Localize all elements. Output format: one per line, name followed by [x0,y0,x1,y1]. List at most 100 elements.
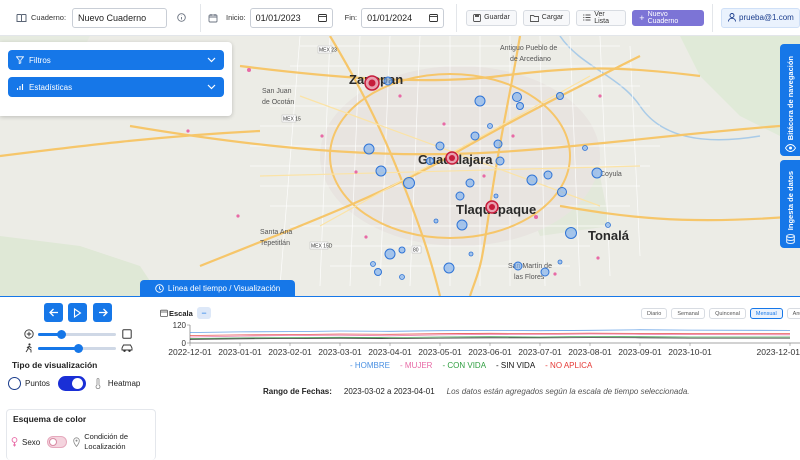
notebook-group: Cuaderno: Nuevo Cuaderno [16,6,186,30]
navigation-log-label: Bitácora de navegación [785,55,795,140]
legend-item-no-aplica[interactable]: - NO APLICA [545,361,592,370]
visualization-type-row: Puntos Heatmap [8,376,140,391]
speed-slider-handle[interactable] [57,330,66,339]
visualization-type-card: Tipo de visualización Puntos Heatmap [6,356,156,400]
navigation-log-tab[interactable]: Bitácora de navegación [780,44,800,156]
start-date-value: 01/01/2023 [255,12,301,23]
svg-text:MEX 15: MEX 15 [283,117,301,123]
y-tick-label: 120 [173,321,187,330]
actions-group: Guardar Cargar Ver Lista + Nuevo Cuadern… [466,6,705,30]
save-label: Guardar [484,14,510,21]
user-button[interactable]: prueba@1.com [721,7,800,28]
previous-button[interactable] [44,303,63,322]
next-button[interactable] [93,303,112,322]
chart-legend: - HOMBRE - MUJER - CON VIDA - SIN VIDA - NO … [350,361,592,370]
scale-option-semanal[interactable]: Semanal [671,308,706,319]
x-tick-label: 2023-01-01 [218,347,262,357]
divider [712,3,714,32]
heatmap-label: Heatmap [107,379,141,388]
minus-icon: − [201,308,207,318]
svg-text:MEX 15D: MEX 15D [311,244,333,250]
list-icon [583,14,591,21]
load-button[interactable]: Cargar [522,9,571,26]
x-tick-label: 2022-12-01 [168,347,212,357]
calendar-picker-icon[interactable] [317,13,327,22]
square-icon[interactable] [122,329,132,339]
aggregation-note: Los datos están agregados según la escal… [446,387,690,396]
start-date-input[interactable]: 01/01/2023 [249,7,333,28]
filters-accordion[interactable]: Filtros [8,50,224,70]
notebook-label: Cuaderno: [31,13,67,22]
info-icon[interactable] [177,13,186,22]
color-scheme-card: Esquema de color Sexo Condición de Local… [6,409,156,460]
arrow-left-icon [48,308,58,317]
new-notebook-label: Nuevo Cuaderno [647,10,679,25]
scale-option-anual[interactable]: Anual [786,308,800,319]
visualization-type-title: Tipo de visualización [12,360,98,370]
scale-option-mensual[interactable]: Mensual [749,308,783,319]
color-scheme-toggle[interactable] [47,436,68,448]
divider [456,3,458,32]
statistics-accordion[interactable]: Estadísticas [8,77,224,97]
calendar-icon [160,309,168,317]
timeline-chart-area: Escala − Diario Semanal Quincenal Mensual An… [160,297,800,460]
calendar-icon [208,13,218,23]
arrow-right-icon [98,308,108,317]
thermometer-icon [95,378,101,389]
svg-text:80: 80 [413,248,419,254]
range-value: 2023-03-02 a 2023-04-01 [343,387,435,396]
map-label-tepetitlan: Tepetitlán [260,240,290,247]
x-tick-label: 2023-12-01 [757,347,800,357]
scale-selector: DiarioSemanalQuincenalMensualAnual [641,308,800,319]
end-date-value: 01/01/2024 [367,12,413,23]
play-button[interactable] [68,303,87,322]
series-line-hombre [189,329,791,333]
chevron-down-icon [207,57,216,63]
legend-item-sin-vida[interactable]: - SIN VIDA [496,361,535,370]
legend-item-mujer[interactable]: - MUJER [400,361,432,370]
female-icon [11,437,18,447]
speed-slider[interactable] [38,330,116,339]
map-filter-panel: Filtros Estadísticas [0,42,232,116]
location-pin-icon [73,437,80,447]
collapse-button[interactable]: − [197,307,211,319]
eye-icon [784,144,796,152]
legend-item-hombre[interactable]: - HOMBRE [350,361,390,370]
legend-label: NO APLICA [550,361,593,370]
color-scheme-title: Esquema de color [13,414,87,424]
color-scheme-toggle-knob [49,438,58,446]
end-date-label: Fin: [344,13,358,22]
view-list-button[interactable]: Ver Lista [576,9,627,26]
heatmap-toggle[interactable] [57,376,86,391]
date-range-summary: Rango de Fechas: 2023-03-02 a 2023-04-01… [263,387,690,396]
calendar-picker-icon[interactable] [429,13,439,22]
plus-icon: + [639,12,645,23]
new-notebook-button[interactable]: + Nuevo Cuaderno [632,9,705,26]
points-radio[interactable] [8,377,21,390]
x-tick-label: 2023-02-01 [268,347,312,357]
x-tick-label: 2023-03-01 [318,347,362,357]
legend-item-con-vida[interactable]: - CON VIDA [442,361,486,370]
view-list-label: Ver Lista [594,10,609,25]
save-button[interactable]: Guardar [466,9,517,26]
timeline-visualization-tab[interactable]: Línea del tiempo / Visualización [140,280,295,296]
map-label-santa-ana: Santa Ana [260,229,292,236]
timeline-panel: Tipo de visualización Puntos Heatmap Esq… [0,296,800,460]
playback-controls: Tipo de visualización Puntos Heatmap Esq… [0,297,160,460]
x-tick-label: 2023-07-01 [518,347,562,357]
legend-label: SIN VIDA [500,361,536,370]
notebook-name-input[interactable]: Nuevo Cuaderno [72,7,168,28]
statistics-label: Estadísticas [29,82,73,92]
scale-option-quincenal[interactable]: Quincenal [709,308,746,319]
range-label: Rango de Fechas: [263,387,332,396]
end-date-input[interactable]: 01/01/2024 [361,7,445,28]
map-label-de-arcediano: de Arcediano [510,56,551,63]
step-slider-handle[interactable] [74,344,83,353]
legend-label: CON VIDA [447,361,487,370]
map-label-san-juan: San Juan [262,88,292,95]
clock-icon [155,283,164,293]
map-label-las-flores: las Flores [514,274,545,281]
step-slider[interactable] [38,344,116,353]
scale-option-diario[interactable]: Diario [641,308,668,319]
data-ingest-tab[interactable]: Ingesta de datos [780,160,800,248]
